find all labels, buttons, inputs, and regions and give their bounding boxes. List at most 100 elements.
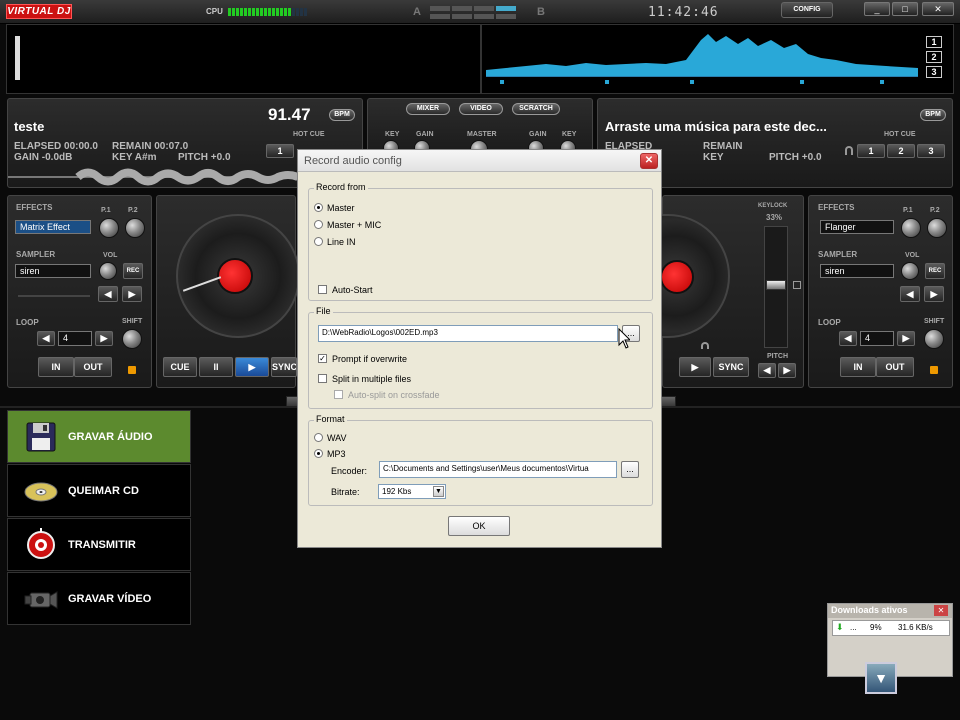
file-path-value: D:\WebRadio\Logos\002ED.mp3 — [322, 328, 438, 337]
menu-label: GRAVAR VÍDEO — [68, 592, 152, 605]
download-arrow-icon: ⬇ — [836, 622, 844, 632]
right-loop-in-button[interactable]: IN — [840, 357, 876, 377]
video-camera-icon — [24, 590, 58, 609]
left-vol-knob[interactable] — [99, 262, 117, 280]
left-effect-select[interactable]: Matrix Effect — [15, 220, 91, 234]
encoder-path-input[interactable]: C:\Documents and Settings\user\Meus docu… — [379, 461, 617, 478]
right-pitch-reset-icon[interactable] — [793, 281, 801, 289]
right-loop-next-button[interactable]: ▶ — [897, 331, 915, 346]
right-pitch-down-button[interactable]: ◀ — [758, 363, 776, 378]
right-play-button[interactable]: ▶ — [679, 357, 711, 377]
right-loop-prev-button[interactable]: ◀ — [839, 331, 857, 346]
bitrate-value: 192 Kbs — [382, 487, 412, 496]
maximize-button[interactable]: □ — [892, 2, 918, 16]
right-shift-knob[interactable] — [924, 329, 944, 349]
left-vol-label: VOL — [103, 252, 118, 259]
left-elapsed: ELAPSED 00:00.0 — [14, 141, 98, 152]
menu-queimar-cd[interactable]: QUEIMAR CD — [7, 464, 191, 517]
right-p1-label: P.1 — [903, 207, 913, 214]
waveform-right — [486, 34, 918, 76]
format-label: Format — [314, 414, 347, 424]
left-sync-button[interactable]: SYNC — [271, 357, 297, 377]
right-bpm-button[interactable]: BPM — [920, 109, 946, 121]
left-loop-select[interactable]: 4 — [58, 331, 92, 346]
right-hot-cue-1[interactable]: 1 — [857, 144, 885, 158]
tab-video[interactable]: VIDEO — [459, 103, 503, 115]
minimize-button[interactable]: _ — [864, 2, 890, 16]
right-rec-button[interactable]: REC — [925, 263, 945, 279]
left-loop-in-button[interactable]: IN — [38, 357, 74, 377]
left-hot-cue-label: HOT CUE — [293, 131, 325, 138]
left-rec-button[interactable]: REC — [123, 263, 143, 279]
radio-master[interactable] — [314, 203, 323, 212]
right-sampler-select[interactable]: siren — [820, 264, 894, 278]
left-bpm-value: 91.47 — [268, 105, 311, 124]
zoom-level-2[interactable]: 2 — [926, 51, 942, 63]
left-loop-prev-button[interactable]: ◀ — [37, 331, 55, 346]
config-button[interactable]: CONFIG — [781, 2, 833, 18]
left-p2-knob[interactable] — [125, 218, 145, 238]
left-shift-knob[interactable] — [122, 329, 142, 349]
left-play-button[interactable]: ▶ — [235, 357, 269, 377]
tab-scratch[interactable]: SCRATCH — [512, 103, 560, 115]
right-p1-knob[interactable] — [901, 218, 921, 238]
right-loop-select[interactable]: 4 — [860, 331, 894, 346]
dialog-close-button[interactable]: ✕ — [640, 153, 658, 169]
clock: 11:42:46 — [648, 5, 719, 20]
left-track-title: teste — [14, 119, 45, 134]
radio-master-label: Master — [327, 203, 355, 213]
waveform-divider — [480, 24, 482, 94]
right-p2-knob[interactable] — [927, 218, 947, 238]
left-sampler-prev-button[interactable]: ◀ — [98, 286, 118, 302]
right-pitch-up-button[interactable]: ▶ — [778, 363, 796, 378]
file-path-input[interactable]: D:\WebRadio\Logos\002ED.mp3 — [318, 325, 618, 342]
right-pitch-slider-handle[interactable] — [766, 280, 786, 290]
left-loop-next-button[interactable]: ▶ — [95, 331, 113, 346]
chevron-down-icon[interactable]: ▼ — [433, 486, 444, 497]
radio-master-mic[interactable] — [314, 220, 323, 229]
left-mini-waveform[interactable] — [8, 168, 298, 186]
auto-start-checkbox[interactable] — [318, 285, 327, 294]
radio-line-in[interactable] — [314, 237, 323, 246]
tab-mixer[interactable]: MIXER — [406, 103, 450, 115]
left-pause-button[interactable]: II — [199, 357, 233, 377]
right-hot-cue-3[interactable]: 3 — [917, 144, 945, 158]
dialog-title: Record audio config — [298, 150, 661, 172]
app-logo: VIRTUAL DJ — [6, 4, 72, 19]
right-sync-button[interactable]: SYNC — [713, 357, 749, 377]
left-sampler-next-button[interactable]: ▶ — [122, 286, 142, 302]
auto-split-checkbox[interactable] — [334, 390, 343, 399]
left-p1-knob[interactable] — [99, 218, 119, 238]
prompt-overwrite-checkbox[interactable]: ✓ — [318, 354, 327, 363]
crossfader-indicator[interactable] — [430, 6, 530, 20]
left-bpm-button[interactable]: BPM — [329, 109, 355, 121]
mixer-key-left-label: KEY — [385, 131, 400, 138]
right-hot-cue-2[interactable]: 2 — [887, 144, 915, 158]
left-loop-out-button[interactable]: OUT — [74, 357, 112, 377]
waveform-cursor[interactable] — [15, 36, 20, 80]
zoom-level-1[interactable]: 1 — [926, 36, 942, 48]
ok-button[interactable]: OK — [448, 516, 510, 536]
close-button[interactable]: ✕ — [922, 2, 954, 16]
downloads-close-button[interactable]: ✕ — [934, 605, 948, 616]
split-files-checkbox[interactable] — [318, 374, 327, 383]
left-hot-cue-1[interactable]: 1 — [266, 144, 294, 158]
right-effect-select[interactable]: Flanger — [820, 220, 894, 234]
right-pitch: PITCH +0.0 — [769, 152, 822, 163]
menu-gravar-audio[interactable]: GRAVAR ÁUDIO — [7, 410, 191, 463]
radio-wav[interactable] — [314, 433, 323, 442]
radio-mp3[interactable] — [314, 449, 323, 458]
right-sampler-prev-button[interactable]: ◀ — [900, 286, 920, 302]
encoder-browse-button[interactable]: ... — [621, 461, 639, 478]
right-loop-out-button[interactable]: OUT — [876, 357, 914, 377]
menu-gravar-video[interactable]: GRAVAR VÍDEO — [7, 572, 191, 625]
right-vol-knob[interactable] — [901, 262, 919, 280]
right-keylock-value: 33% — [766, 213, 783, 222]
left-cue-button[interactable]: CUE — [163, 357, 197, 377]
right-sampler-next-button[interactable]: ▶ — [924, 286, 944, 302]
zoom-level-3[interactable]: 3 — [926, 66, 942, 78]
left-sampler-select[interactable]: siren — [15, 264, 91, 278]
right-keylock-label: KEYLOCK — [758, 203, 788, 209]
menu-transmitir[interactable]: TRANSMITIR — [7, 518, 191, 571]
download-expand-icon[interactable]: ▼ — [865, 662, 897, 694]
